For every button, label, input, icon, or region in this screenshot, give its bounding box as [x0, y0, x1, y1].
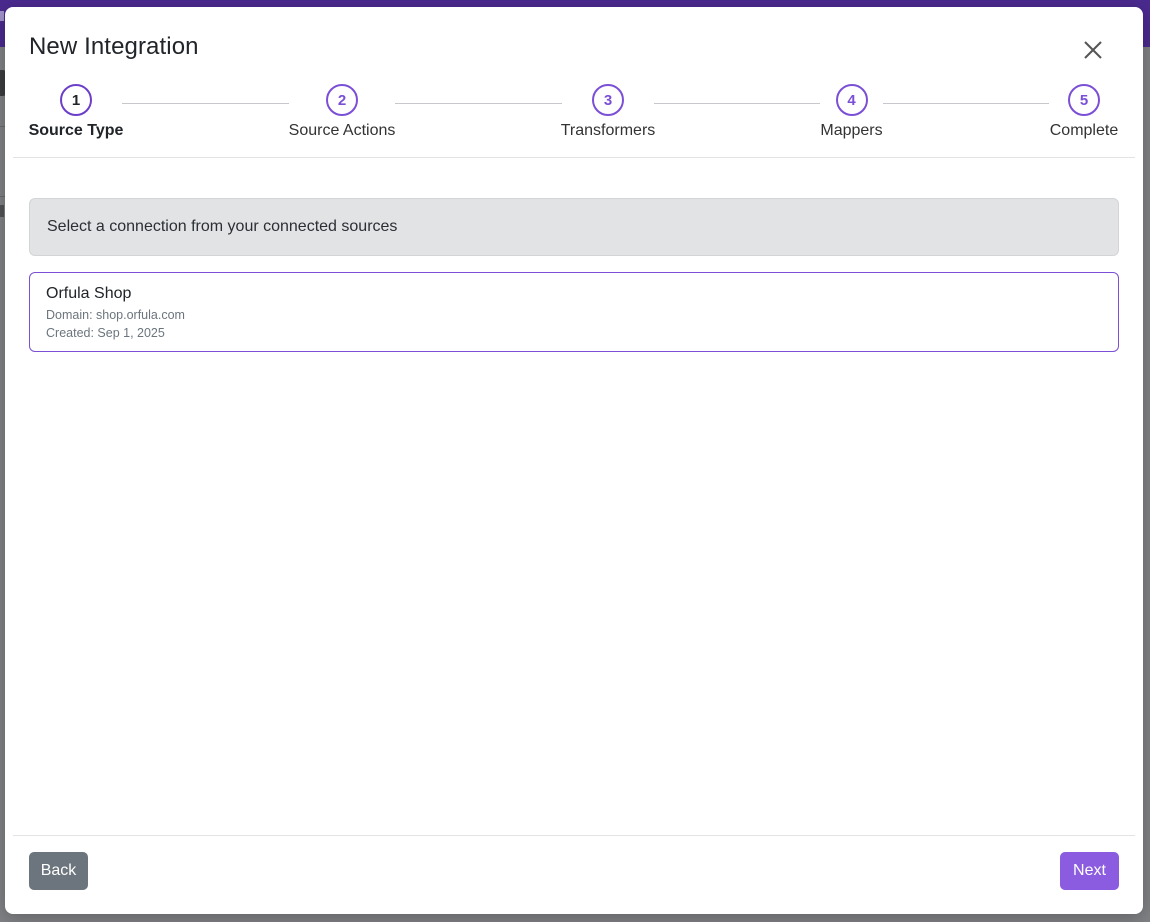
connection-name: Orfula Shop — [46, 285, 132, 302]
step-connector — [122, 103, 289, 104]
step-complete[interactable]: 5 Complete — [1049, 84, 1119, 140]
connection-domain: Domain: shop.orfula.com — [46, 308, 185, 322]
step-number: 1 — [60, 84, 92, 116]
modal-title: New Integration — [29, 33, 199, 60]
step-number: 3 — [592, 84, 624, 116]
step-label: Complete — [1049, 122, 1119, 139]
connection-created: Created: Sep 1, 2025 — [46, 326, 165, 340]
close-icon — [1084, 41, 1102, 59]
step-connector — [654, 103, 820, 104]
header-divider — [13, 157, 1135, 158]
step-label: Mappers — [820, 122, 883, 139]
info-message: Select a connection from your connected … — [47, 218, 398, 235]
step-label: Transformers — [560, 122, 656, 139]
info-alert: Select a connection from your connected … — [29, 198, 1119, 256]
step-label: Source Type — [28, 122, 124, 139]
step-number: 5 — [1068, 84, 1100, 116]
step-source-actions[interactable]: 2 Source Actions — [289, 84, 395, 140]
step-transformers[interactable]: 3 Transformers — [560, 84, 656, 140]
step-connector — [395, 103, 562, 104]
step-mappers[interactable]: 4 Mappers — [820, 84, 883, 140]
back-button[interactable]: Back — [29, 852, 88, 890]
step-label: Source Actions — [288, 122, 396, 139]
step-number: 4 — [835, 84, 868, 116]
step-connector — [883, 103, 1049, 104]
close-button[interactable] — [1079, 36, 1107, 64]
connection-card[interactable]: Orfula Shop Domain: shop.orfula.com Crea… — [29, 272, 1119, 352]
new-integration-modal: New Integration 1 Source Type 2 Source A… — [5, 7, 1143, 914]
next-button[interactable]: Next — [1060, 852, 1119, 890]
background-fragment — [0, 11, 4, 21]
step-number: 2 — [326, 84, 358, 116]
footer-divider — [13, 835, 1135, 836]
background-fragment — [0, 205, 4, 217]
wizard-stepper: 1 Source Type 2 Source Actions 3 Transfo… — [29, 84, 1119, 154]
step-source-type[interactable]: 1 Source Type — [29, 84, 123, 140]
